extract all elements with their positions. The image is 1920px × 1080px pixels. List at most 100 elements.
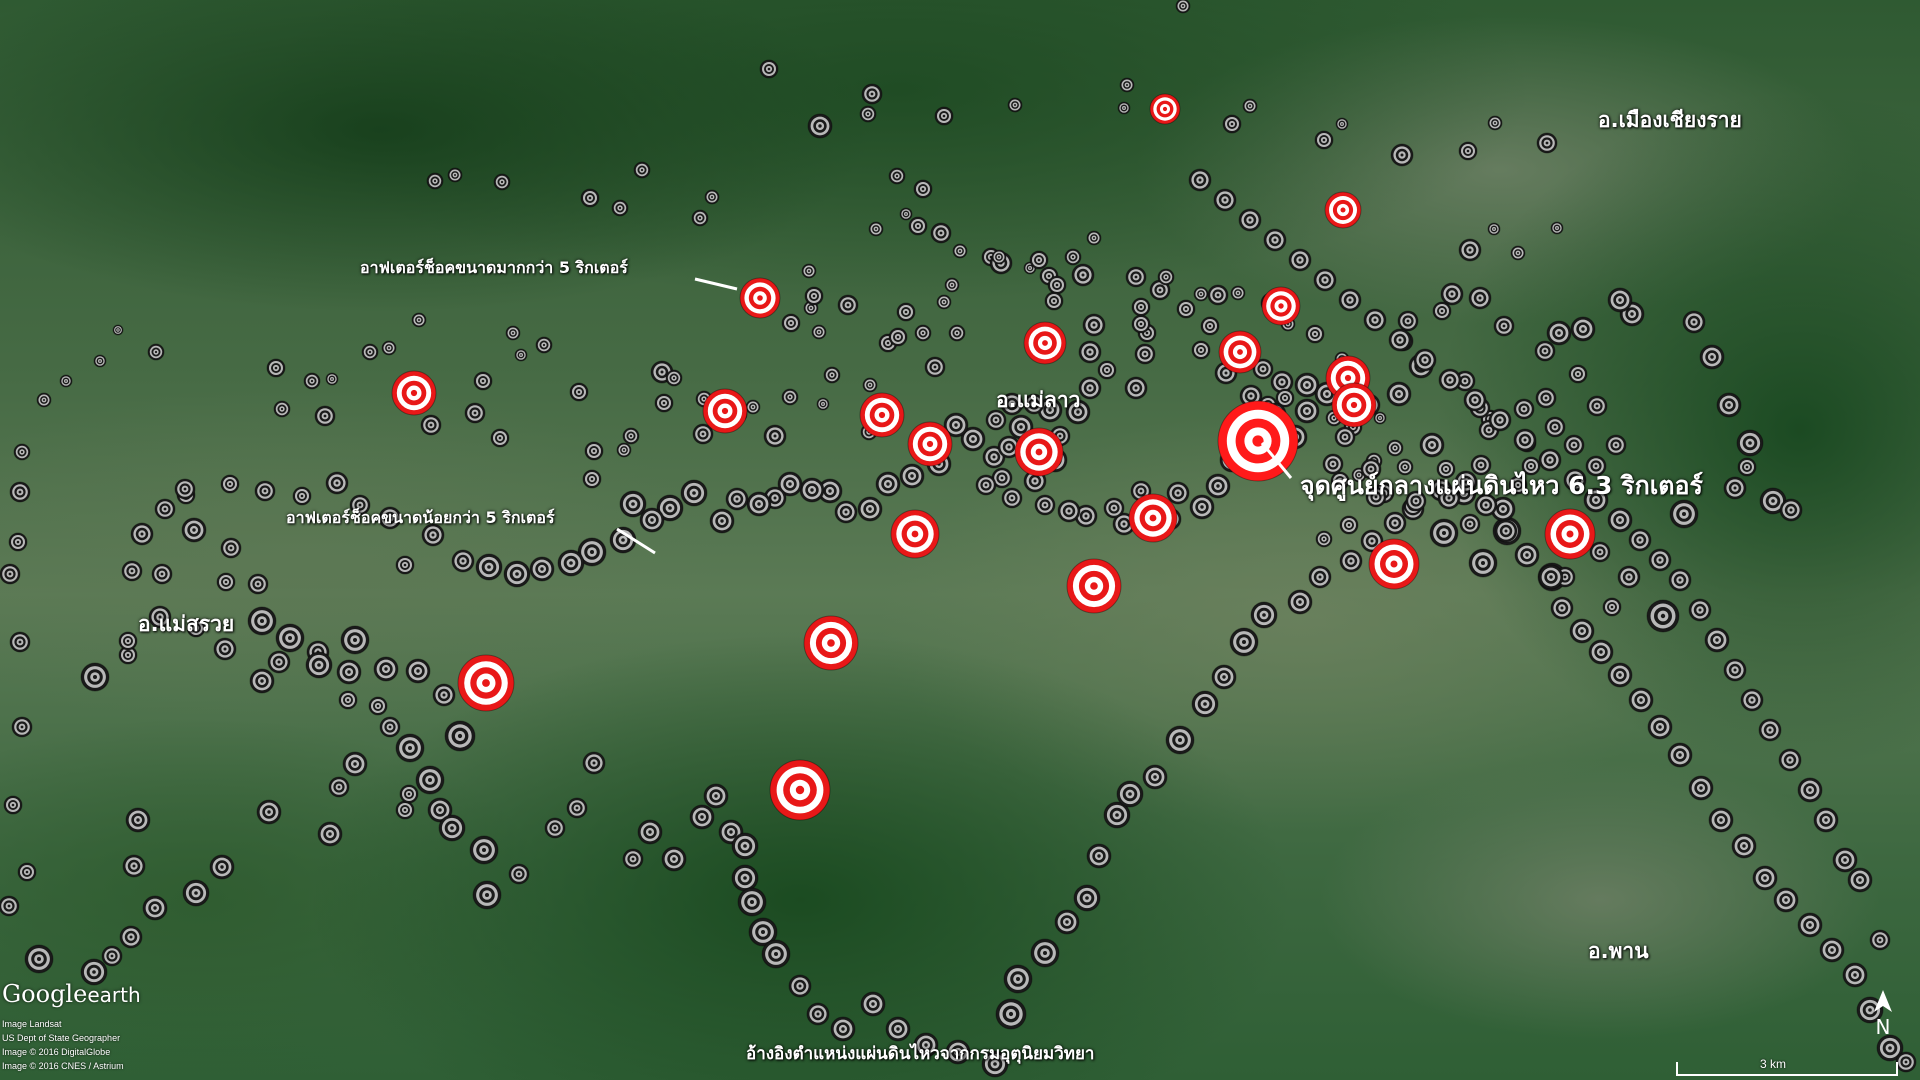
- small-aftershock-marker: [475, 553, 503, 581]
- small-aftershock-marker: [944, 277, 960, 293]
- large-aftershock-marker: [1331, 382, 1377, 428]
- small-aftershock-marker: [1193, 286, 1209, 302]
- small-aftershock-marker: [1667, 742, 1693, 768]
- small-aftershock-marker: [503, 560, 531, 588]
- small-aftershock-marker: [948, 324, 966, 342]
- small-aftershock-marker: [1383, 511, 1407, 535]
- small-aftershock-marker: [616, 442, 632, 458]
- small-aftershock-marker: [305, 651, 333, 679]
- small-aftershock-marker: [256, 799, 282, 825]
- small-aftershock-marker: [342, 751, 368, 777]
- large-aftershock-marker: [1324, 191, 1362, 229]
- large-aftershock-marker: [391, 370, 437, 416]
- small-aftershock-marker: [220, 474, 240, 494]
- north-arrow-icon: N: [1874, 990, 1892, 1039]
- small-aftershock-marker: [1510, 245, 1526, 261]
- small-aftershock-marker: [1250, 601, 1278, 629]
- small-aftershock-marker: [1200, 316, 1220, 336]
- small-aftershock-marker: [535, 336, 553, 354]
- small-aftershock-marker: [80, 662, 110, 692]
- small-aftershock-marker: [544, 817, 566, 839]
- small-aftershock-marker: [936, 294, 952, 310]
- small-aftershock-marker: [1432, 301, 1452, 321]
- small-aftershock-marker: [781, 388, 799, 406]
- small-aftershock-marker: [420, 414, 442, 436]
- small-aftershock-marker: [1563, 434, 1585, 456]
- large-aftershock-marker: [702, 388, 748, 434]
- small-aftershock-marker: [1628, 528, 1652, 552]
- small-aftershock-marker: [1338, 288, 1362, 312]
- small-aftershock-marker: [340, 625, 370, 655]
- small-aftershock-marker: [1363, 308, 1387, 332]
- large-aftershock-marker: [859, 392, 905, 438]
- small-aftershock-marker: [1047, 275, 1067, 295]
- satellite-map[interactable]: อ.เมืองเชียงราย อ.แม่ลาว อ.แม่สรวย อ.พาน…: [0, 0, 1920, 1080]
- small-aftershock-marker: [314, 405, 336, 427]
- logo-product: earth: [87, 983, 141, 1007]
- small-aftershock-marker: [1175, 0, 1191, 14]
- small-aftershock-marker: [1044, 291, 1064, 311]
- small-aftershock-marker: [1813, 807, 1839, 833]
- small-aftershock-marker: [914, 324, 932, 342]
- small-aftershock-marker: [24, 944, 54, 974]
- small-aftershock-marker: [584, 441, 604, 461]
- small-aftershock-marker: [1487, 222, 1501, 236]
- small-aftershock-marker: [1648, 548, 1672, 572]
- small-aftershock-marker: [1078, 376, 1102, 400]
- small-aftershock-marker: [325, 471, 349, 495]
- small-aftershock-marker: [1513, 428, 1537, 452]
- small-aftershock-marker: [118, 631, 138, 651]
- small-aftershock-marker: [582, 469, 602, 489]
- small-aftershock-marker: [781, 313, 801, 333]
- credit-line: Image Landsat: [2, 1019, 62, 1029]
- small-aftershock-marker: [1869, 929, 1891, 951]
- small-aftershock-marker: [861, 83, 883, 105]
- small-aftershock-marker: [368, 696, 388, 716]
- small-aftershock-marker: [703, 783, 729, 809]
- small-aftershock-marker: [1588, 639, 1614, 665]
- small-aftershock-marker: [317, 821, 343, 847]
- small-aftershock-marker: [0, 563, 21, 585]
- small-aftershock-marker: [395, 733, 425, 763]
- small-aftershock-marker: [399, 784, 419, 804]
- small-aftershock-marker: [1704, 627, 1730, 653]
- small-aftershock-marker: [834, 500, 858, 524]
- large-aftershock-marker: [907, 421, 953, 467]
- small-aftershock-marker: [438, 814, 466, 842]
- large-aftershock-marker: [890, 509, 940, 559]
- place-label-chiang-rai: อ.เมืองเชียงราย: [1598, 108, 1742, 132]
- small-aftershock-marker: [1544, 416, 1566, 438]
- small-aftershock-marker: [154, 498, 176, 520]
- place-label-phan: อ.พาน: [1588, 939, 1649, 963]
- small-aftershock-marker: [1819, 937, 1845, 963]
- small-aftershock-marker: [1468, 548, 1498, 578]
- small-aftershock-marker: [1211, 664, 1237, 690]
- small-aftershock-marker: [1189, 494, 1215, 520]
- large-aftershock-marker: [1218, 330, 1262, 374]
- small-aftershock-marker: [381, 340, 397, 356]
- small-aftershock-marker: [868, 221, 884, 237]
- small-aftershock-marker: [731, 864, 759, 892]
- small-aftershock-marker: [654, 393, 674, 413]
- small-aftershock-marker: [373, 656, 399, 682]
- small-aftershock-marker: [1003, 964, 1033, 994]
- small-aftershock-marker: [1397, 310, 1419, 332]
- small-aftershock-marker: [1097, 360, 1117, 380]
- small-aftershock-marker: [101, 945, 123, 967]
- small-aftershock-marker: [637, 819, 663, 845]
- large-aftershock-leader-line: [694, 277, 738, 291]
- small-aftershock-marker: [1082, 313, 1106, 337]
- small-aftershock-marker: [1617, 565, 1641, 589]
- small-aftershock-marker: [908, 216, 928, 236]
- small-aftershock-marker: [11, 716, 33, 738]
- small-aftershock-marker: [216, 572, 236, 592]
- credit-line: Image © 2016 CNES / Astrium: [2, 1061, 124, 1071]
- large-aftershock-marker: [769, 759, 831, 821]
- small-aftershock-marker: [1514, 542, 1540, 568]
- small-aftershock-marker: [1064, 248, 1082, 266]
- small-aftershock-marker: [303, 372, 321, 390]
- small-aftershock-marker: [582, 751, 606, 775]
- small-aftershock-marker: [930, 222, 952, 244]
- small-aftershock-marker: [1339, 549, 1363, 573]
- small-aftershock-marker: [1086, 843, 1112, 869]
